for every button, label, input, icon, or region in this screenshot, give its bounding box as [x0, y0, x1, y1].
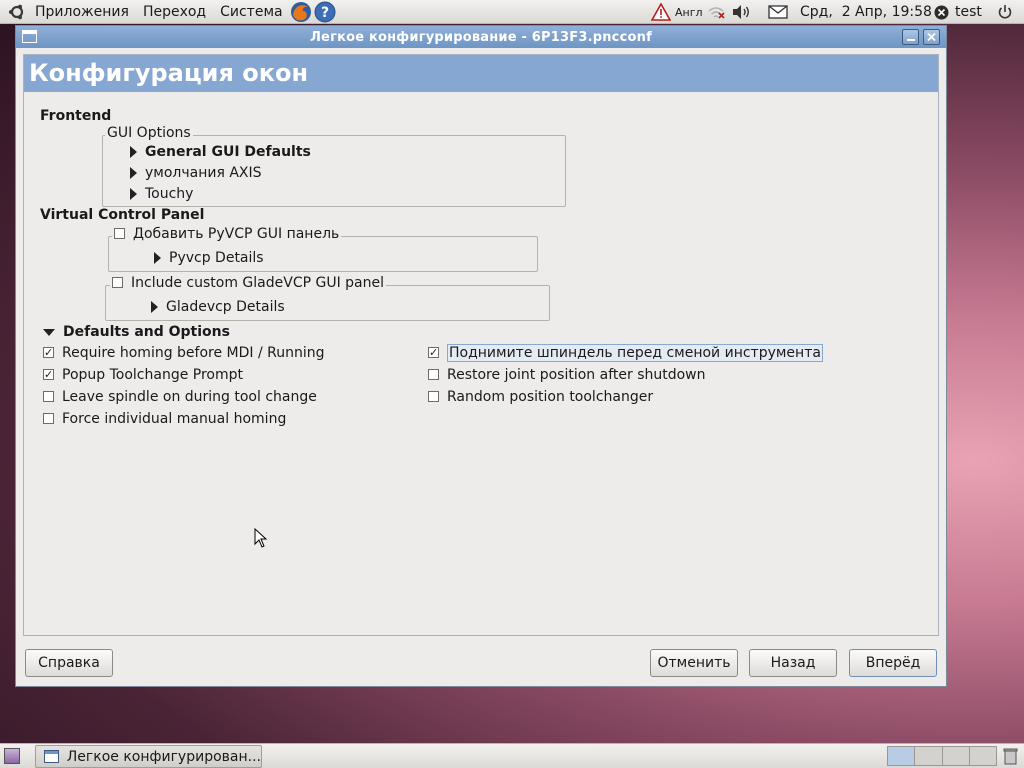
expander-label: Pyvcp Details [169, 250, 264, 266]
forward-button[interactable]: Вперёд [849, 649, 937, 677]
option-label: Force individual manual homing [62, 411, 287, 427]
wifi-icon[interactable] [707, 4, 725, 20]
expander-arrow-down-icon [43, 328, 55, 336]
expander-arrow-icon [130, 146, 137, 158]
expander-arrow-icon [130, 167, 137, 179]
checkbox-unchecked[interactable] [428, 390, 439, 402]
menu-system[interactable]: Система [213, 0, 289, 24]
option-label: Restore joint position after shutdown [447, 367, 706, 383]
help-icon[interactable]: ? [314, 1, 336, 23]
volume-icon[interactable] [731, 4, 753, 20]
minimize-button[interactable] [902, 29, 919, 45]
ubuntu-logo-icon[interactable] [8, 3, 26, 21]
window-menu-icon[interactable] [22, 30, 37, 43]
window-title: Легкое конфигурирование - 6P13F3.pncconf [310, 29, 652, 45]
warning-icon[interactable] [650, 2, 672, 21]
expander-label: умолчания AXIS [145, 165, 262, 181]
top-panel: Приложения Переход Система ? Англ Срд, 2… [0, 0, 1024, 24]
page-title: Конфигурация окон [24, 55, 938, 92]
gladevcp-checkbox-label: Include custom GladeVCP GUI panel [131, 275, 384, 291]
user-name[interactable]: test [955, 0, 982, 24]
taskbar-item[interactable]: Легкое конфигурирован... [35, 745, 262, 768]
option-random-toolchanger[interactable]: Random position toolchanger [428, 389, 653, 405]
firefox-icon[interactable] [290, 1, 312, 23]
minimize-icon [907, 39, 915, 41]
checkbox-checked[interactable]: ✓ [43, 368, 54, 380]
pyvcp-checkbox[interactable]: Добавить PyVCP GUI панель [112, 226, 342, 242]
gladevcp-checkbox[interactable]: Include custom GladeVCP GUI panel [110, 275, 386, 291]
close-button[interactable] [923, 29, 940, 45]
expander-touchy[interactable]: Touchy [130, 186, 193, 202]
clock[interactable]: Срд, 2 Апр, 19:58 [800, 0, 932, 24]
close-icon [927, 32, 936, 42]
back-button[interactable]: Назад [749, 649, 837, 677]
menu-applications[interactable]: Приложения [28, 0, 136, 24]
option-raise-spindle[interactable]: ✓ Поднимите шпиндель перед сменой инструм… [428, 344, 823, 362]
keyboard-layout-indicator[interactable]: Англ [675, 6, 703, 19]
pyvcp-checkbox-box[interactable] [114, 227, 125, 239]
trash-icon[interactable] [1003, 747, 1018, 765]
expander-label: Gladevcp Details [166, 299, 285, 315]
window-titlebar[interactable]: Легкое конфигурирование - 6P13F3.pncconf [16, 26, 946, 48]
option-popup-toolchange[interactable]: ✓ Popup Toolchange Prompt [43, 367, 243, 383]
window-icon [44, 750, 59, 763]
svg-text:?: ? [321, 5, 329, 21]
checkbox-unchecked[interactable] [43, 390, 54, 402]
power-icon[interactable] [997, 4, 1013, 20]
option-restore-joint-position[interactable]: Restore joint position after shutdown [428, 367, 706, 383]
expander-general-gui-defaults[interactable]: General GUI Defaults [130, 144, 311, 160]
expander-gladevcp-details[interactable]: Gladevcp Details [151, 299, 285, 315]
option-label: Require homing before MDI / Running [62, 345, 325, 361]
expander-arrow-icon [154, 252, 161, 264]
checkbox-unchecked[interactable] [428, 368, 439, 380]
workspace-2[interactable] [915, 747, 943, 765]
menu-places[interactable]: Переход [136, 0, 213, 24]
bottom-panel: Легкое конфигурирован... [0, 743, 1024, 768]
option-label: Popup Toolchange Prompt [62, 367, 243, 383]
expander-label: General GUI Defaults [145, 144, 311, 160]
workspace-switcher[interactable] [887, 746, 997, 766]
option-leave-spindle-on[interactable]: Leave spindle on during tool change [43, 389, 317, 405]
option-force-manual-homing[interactable]: Force individual manual homing [43, 411, 286, 427]
option-label: Поднимите шпиндель перед сменой инструме… [447, 344, 823, 362]
expander-axis-defaults[interactable]: умолчания AXIS [130, 165, 262, 181]
page-content: Конфигурация окон Frontend GUI Options G… [23, 54, 939, 636]
checkbox-checked[interactable]: ✓ [428, 346, 439, 358]
gladevcp-checkbox-box[interactable] [112, 276, 123, 288]
config-window: Легкое конфигурирование - 6P13F3.pncconf… [15, 25, 947, 687]
option-label: Leave spindle on during tool change [62, 389, 317, 405]
cancel-button[interactable]: Отменить [650, 649, 738, 677]
checkbox-unchecked[interactable] [43, 412, 54, 424]
help-button[interactable]: Справка [25, 649, 113, 677]
mouse-cursor-icon [254, 528, 268, 548]
expander-defaults-and-options[interactable]: Defaults and Options [43, 324, 230, 340]
frontend-heading: Frontend [40, 108, 112, 124]
option-require-homing[interactable]: ✓ Require homing before MDI / Running [43, 345, 325, 361]
workspace-1[interactable] [888, 747, 916, 765]
workspace-4[interactable] [969, 747, 996, 765]
mail-icon[interactable] [768, 5, 788, 19]
pyvcp-checkbox-label: Добавить PyVCP GUI панель [133, 226, 340, 242]
gui-options-label: GUI Options [105, 125, 193, 141]
vcp-heading: Virtual Control Panel [40, 207, 205, 223]
workspace-3[interactable] [942, 747, 970, 765]
show-desktop-icon[interactable] [4, 748, 20, 764]
checkbox-checked[interactable]: ✓ [43, 346, 54, 358]
expander-label: Defaults and Options [63, 324, 230, 340]
expander-arrow-icon [130, 188, 137, 200]
expander-label: Touchy [145, 186, 194, 202]
expander-pyvcp-details[interactable]: Pyvcp Details [154, 250, 264, 266]
taskbar-item-label: Легкое конфигурирован... [66, 748, 261, 765]
expander-arrow-icon [151, 301, 158, 313]
user-status-icon[interactable] [934, 5, 949, 20]
option-label: Random position toolchanger [447, 389, 654, 405]
